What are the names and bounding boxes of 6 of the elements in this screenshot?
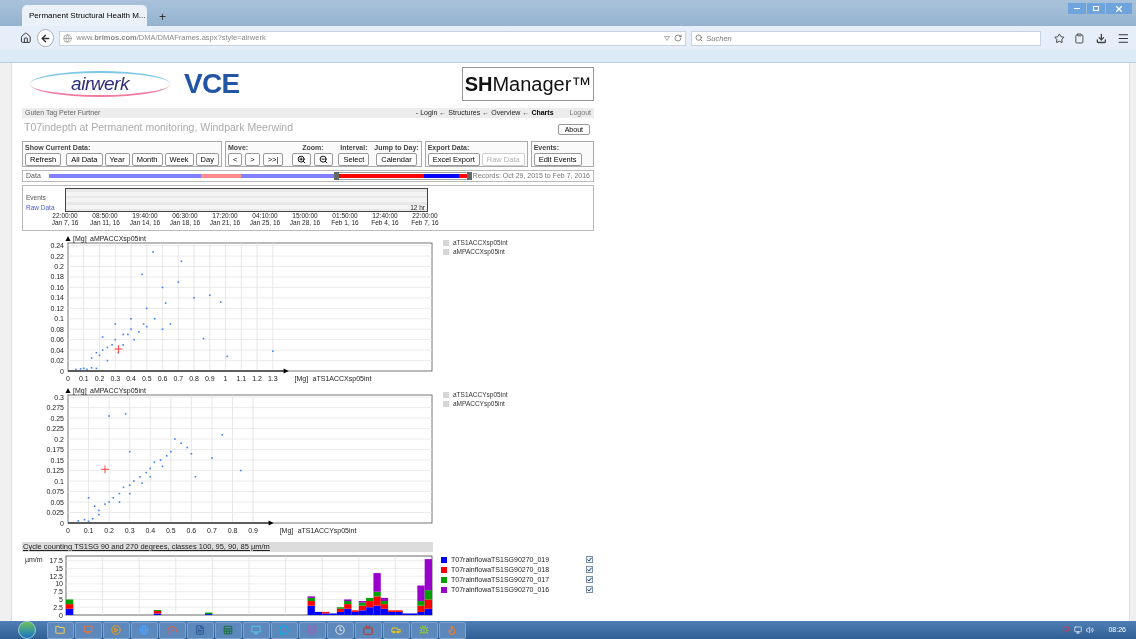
page-title: T07indepth at Permanent monitoring, Windpark Meerwind — [24, 120, 294, 135]
product-logo: SHManager™ — [462, 67, 594, 101]
logo-text: airwerk — [71, 71, 129, 96]
new-tab-button[interactable]: + — [159, 11, 166, 23]
brand-logo: VCE — [184, 67, 240, 101]
browser-tab[interactable]: Permanent Structural Health M... — [22, 5, 147, 26]
